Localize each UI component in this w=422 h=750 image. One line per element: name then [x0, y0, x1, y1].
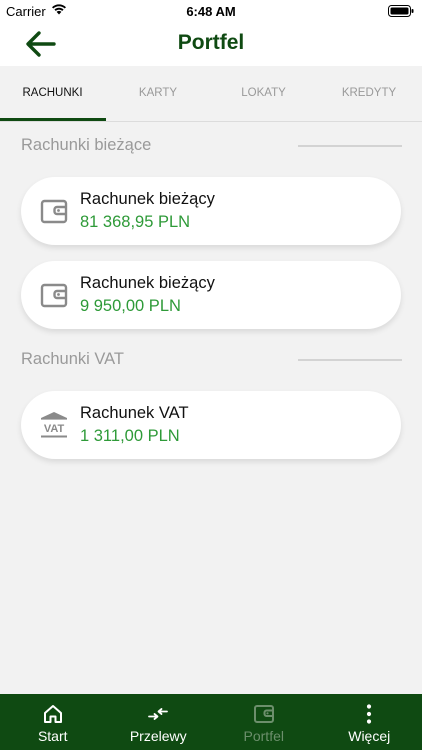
- tab-kredyty[interactable]: KREDYTY: [317, 87, 422, 99]
- account-name: Rachunek bieżący: [80, 190, 215, 208]
- nav-item-wiecej[interactable]: Więcej: [317, 694, 422, 750]
- status-time: 6:48 AM: [186, 4, 236, 19]
- more-icon: [367, 704, 372, 724]
- tab-karty[interactable]: KARTY: [106, 87, 211, 99]
- account-balance: 81 368,95 PLN: [80, 213, 191, 231]
- nav-item-portfel[interactable]: Portfel: [211, 694, 317, 750]
- page-title: Portfel: [177, 31, 245, 54]
- battery-icon: [388, 5, 414, 17]
- nav-label: Portfel: [243, 728, 284, 744]
- home-icon: [43, 705, 62, 723]
- nav-item-przelewy[interactable]: Przelewy: [106, 694, 212, 750]
- header: Portfel: [0, 22, 422, 66]
- account-card[interactable]: VAT Rachunek VAT 1 311,00 PLN: [21, 391, 401, 459]
- account-name: Rachunek VAT: [80, 404, 189, 422]
- vat-bank-icon: VAT: [41, 412, 67, 438]
- wallet-icon: [40, 199, 68, 224]
- status-bar: Carrier 6:48 AM: [0, 0, 422, 22]
- nav-label: Więcej: [348, 728, 391, 744]
- tab-lokaty[interactable]: LOKATY: [211, 87, 316, 99]
- wallet-icon: [40, 283, 68, 308]
- account-name: Rachunek bieżący: [80, 274, 215, 292]
- section-title-vat-accounts: Rachunki VAT: [21, 350, 125, 368]
- nav-label: Przelewy: [129, 728, 187, 744]
- account-balance: 1 311,00 PLN: [80, 427, 180, 445]
- bottom-navigation: Start Przelewy Portfel Więcej: [0, 694, 422, 750]
- tab-bar: RACHUNKI KARTY LOKATY KREDYTY: [0, 66, 422, 122]
- active-tab-indicator: [0, 118, 106, 121]
- transfer-icon: [148, 708, 169, 720]
- wallet-icon: [253, 705, 274, 723]
- account-card[interactable]: Rachunek bieżący 9 950,00 PLN: [21, 261, 401, 329]
- section-divider: [298, 145, 402, 147]
- account-card[interactable]: Rachunek bieżący 81 368,95 PLN: [21, 177, 401, 245]
- nav-item-start[interactable]: Start: [0, 694, 106, 750]
- section-title-current-accounts: Rachunki bieżące: [21, 136, 152, 154]
- section-divider: [298, 359, 402, 361]
- tab-rachunki[interactable]: RACHUNKI: [0, 87, 105, 99]
- svg-text:VAT: VAT: [44, 423, 65, 435]
- account-balance: 9 950,00 PLN: [80, 297, 181, 315]
- nav-label: Start: [37, 728, 68, 744]
